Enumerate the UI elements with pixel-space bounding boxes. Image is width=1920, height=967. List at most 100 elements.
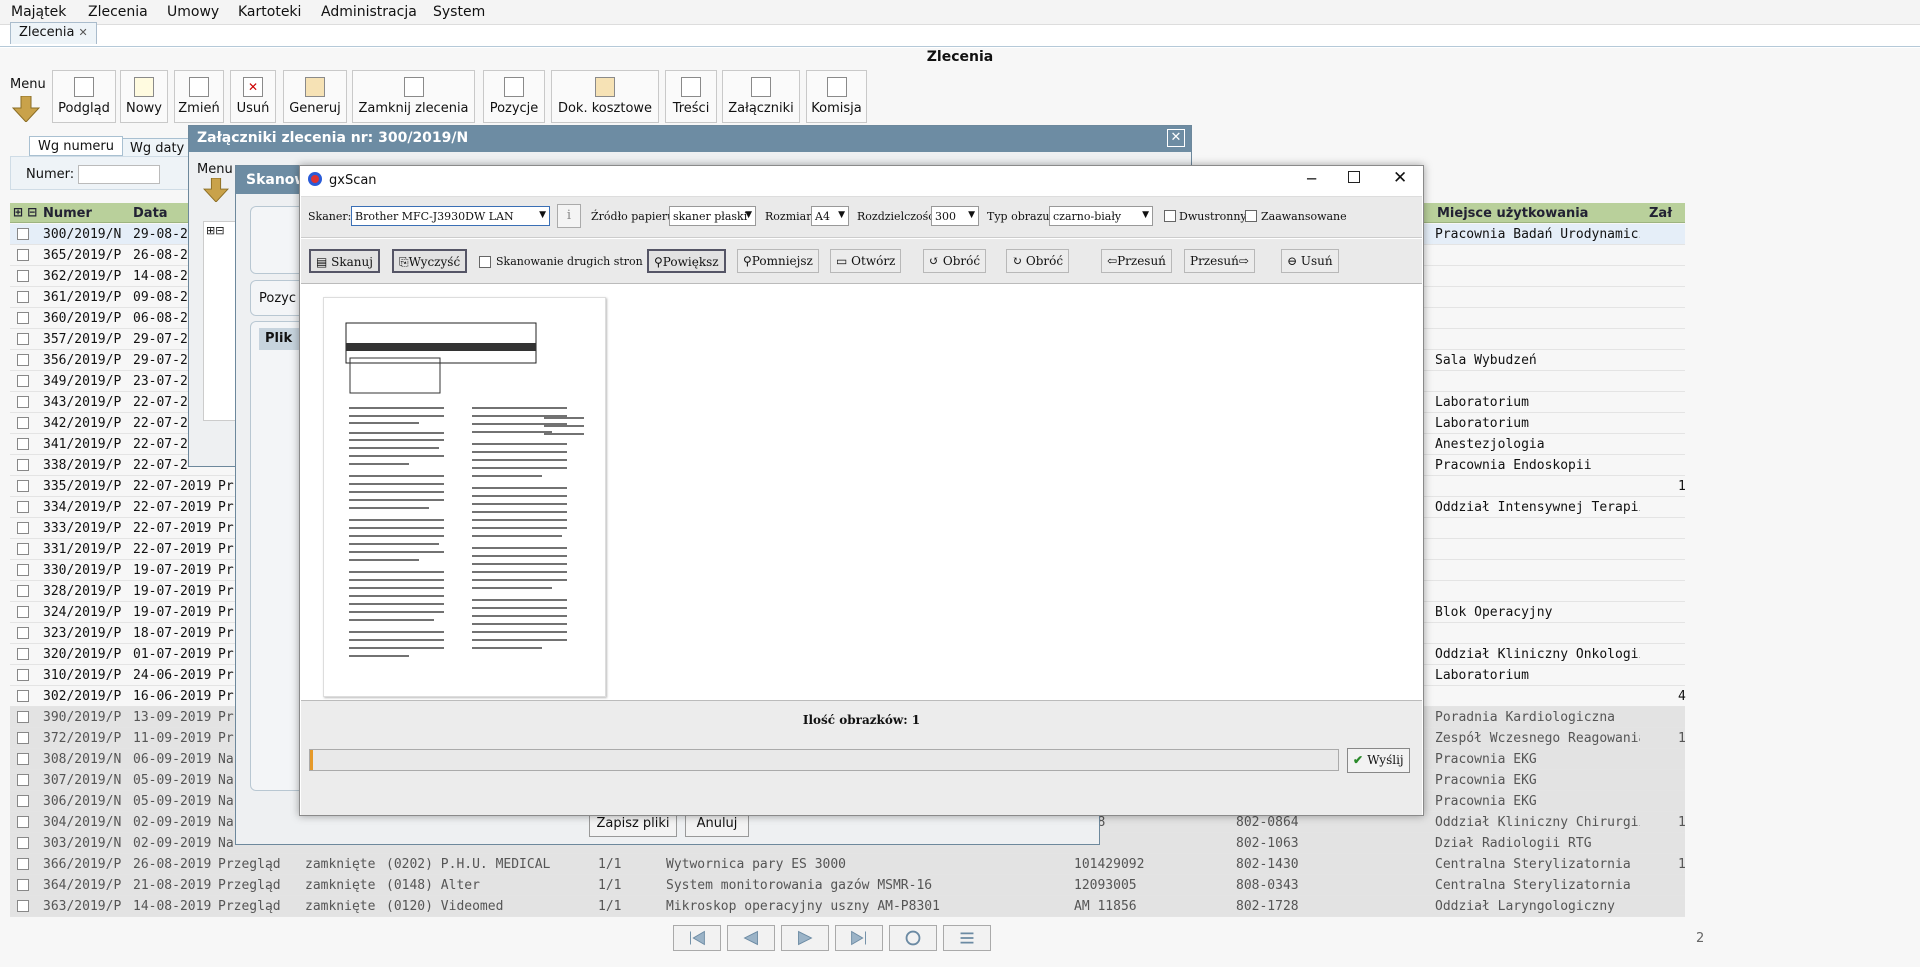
row-checkbox[interactable] bbox=[17, 228, 29, 240]
row-checkbox[interactable] bbox=[17, 522, 29, 534]
resolution-select[interactable]: 300 ▼ bbox=[931, 206, 979, 226]
row-checkbox[interactable] bbox=[17, 354, 29, 366]
row-checkbox[interactable] bbox=[17, 816, 29, 828]
number-input[interactable] bbox=[78, 165, 160, 184]
close-orders-button[interactable]: Zamknij zlecenia bbox=[352, 70, 475, 123]
size-select[interactable]: A4 ▼ bbox=[811, 206, 849, 226]
row-checkbox[interactable] bbox=[17, 480, 29, 492]
cell-miejsce: Oddział Laryngologiczny bbox=[1435, 899, 1616, 914]
row-checkbox[interactable] bbox=[17, 690, 29, 702]
refresh-button[interactable] bbox=[889, 925, 937, 951]
maximize-icon[interactable] bbox=[1348, 171, 1360, 183]
second-side-checkbox[interactable] bbox=[479, 256, 491, 268]
move-left-button[interactable]: ⇦Przesuń bbox=[1101, 249, 1172, 273]
menu-zlecenia[interactable]: Zlecenia bbox=[88, 4, 148, 20]
scanned-page-thumbnail[interactable] bbox=[323, 297, 606, 697]
menu-kartoteki[interactable]: Kartoteki bbox=[238, 4, 301, 20]
table-row[interactable]: 363/2019/P 14-08-2019 Przegląd zamknięte (01… bbox=[10, 896, 1685, 917]
row-checkbox[interactable] bbox=[17, 627, 29, 639]
row-checkbox[interactable] bbox=[17, 333, 29, 345]
row-checkbox[interactable] bbox=[17, 375, 29, 387]
row-checkbox[interactable] bbox=[17, 396, 29, 408]
next-page-button[interactable] bbox=[781, 925, 829, 951]
row-checkbox[interactable] bbox=[17, 795, 29, 807]
row-checkbox[interactable] bbox=[17, 291, 29, 303]
rotate-right-button[interactable]: ↻ Obróć bbox=[1006, 249, 1070, 273]
open-button[interactable]: ▭ Otwórz bbox=[830, 249, 902, 273]
tab-by-number[interactable]: Wg numeru bbox=[29, 136, 123, 156]
row-checkbox[interactable] bbox=[17, 459, 29, 471]
col-data[interactable]: Data bbox=[133, 206, 168, 221]
scan-button[interactable]: ▤ Skanuj bbox=[309, 249, 380, 273]
source-select[interactable]: skaner płaski ▼ bbox=[669, 206, 756, 226]
close-tab-icon[interactable]: ✕ bbox=[78, 26, 87, 39]
col-numer[interactable]: Numer bbox=[43, 206, 92, 221]
row-checkbox[interactable] bbox=[17, 774, 29, 786]
contents-button[interactable]: Treści bbox=[665, 70, 717, 123]
generate-button[interactable]: Generuj bbox=[283, 70, 347, 123]
menu-majatek[interactable]: Majątek bbox=[11, 4, 66, 20]
row-checkbox[interactable] bbox=[17, 564, 29, 576]
rotate-left-button[interactable]: ↺ Obróć bbox=[923, 249, 987, 273]
row-checkbox[interactable] bbox=[17, 606, 29, 618]
tab-zlecenia[interactable]: Zlecenia ✕ bbox=[10, 22, 97, 44]
delete-image-button[interactable]: ⊖ Usuń bbox=[1281, 249, 1339, 273]
row-checkbox[interactable] bbox=[17, 858, 29, 870]
image-type-select[interactable]: czarno-biały ▼ bbox=[1049, 206, 1153, 226]
row-checkbox[interactable] bbox=[17, 648, 29, 660]
cost-docs-button[interactable]: Dok. kosztowe bbox=[551, 70, 659, 123]
row-checkbox[interactable] bbox=[17, 270, 29, 282]
menu-arrow-icon[interactable] bbox=[203, 178, 229, 202]
menu-arrow-icon[interactable] bbox=[12, 96, 40, 122]
prev-page-button[interactable] bbox=[727, 925, 775, 951]
minimize-icon[interactable]: ─ bbox=[1307, 170, 1316, 188]
edit-button[interactable]: Zmień bbox=[174, 70, 224, 123]
row-checkbox[interactable] bbox=[17, 900, 29, 912]
row-checkbox[interactable] bbox=[17, 879, 29, 891]
row-checkbox[interactable] bbox=[17, 711, 29, 723]
preview-button[interactable]: Podgląd bbox=[52, 70, 116, 123]
last-page-button[interactable] bbox=[835, 925, 883, 951]
gxscan-titlebar[interactable]: gxScan ─ ✕ bbox=[300, 166, 1423, 196]
row-checkbox[interactable] bbox=[17, 753, 29, 765]
menu-system[interactable]: System bbox=[433, 4, 485, 20]
new-button[interactable]: Nowy bbox=[120, 70, 168, 123]
advanced-checkbox[interactable] bbox=[1245, 210, 1257, 222]
list-menu-button[interactable] bbox=[943, 925, 991, 951]
row-checkbox[interactable] bbox=[17, 837, 29, 849]
send-button[interactable]: ✔ Wyślij bbox=[1347, 748, 1410, 773]
row-checkbox[interactable] bbox=[17, 249, 29, 261]
attachments-button[interactable]: Załączniki bbox=[722, 70, 800, 123]
row-checkbox[interactable] bbox=[17, 312, 29, 324]
expand-collapse-icon[interactable]: ⊞⊟ bbox=[206, 224, 224, 237]
row-checkbox[interactable] bbox=[17, 585, 29, 597]
row-checkbox[interactable] bbox=[17, 669, 29, 681]
col-zal[interactable]: Zał bbox=[1649, 206, 1672, 221]
zoom-out-button[interactable]: ⚲Pomniejsz bbox=[737, 249, 819, 273]
move-right-button[interactable]: Przesuń⇨ bbox=[1184, 249, 1255, 273]
commission-button[interactable]: Komisja bbox=[806, 70, 867, 123]
scanner-select[interactable]: Brother MFC-J3930DW LAN ▼ bbox=[351, 206, 550, 226]
table-row[interactable]: 366/2019/P 26-08-2019 Przegląd zamknięte (02… bbox=[10, 854, 1686, 875]
tab-by-date[interactable]: Wg daty bbox=[121, 138, 194, 158]
expand-collapse-icon[interactable]: ⊞ ⊟ bbox=[13, 205, 37, 219]
close-icon[interactable]: ✕ bbox=[1167, 129, 1185, 147]
duplex-checkbox[interactable] bbox=[1164, 210, 1176, 222]
row-checkbox[interactable] bbox=[17, 501, 29, 513]
row-checkbox[interactable] bbox=[17, 417, 29, 429]
row-checkbox[interactable] bbox=[17, 732, 29, 744]
delete-button[interactable]: ✕ Usuń bbox=[230, 70, 276, 123]
row-checkbox[interactable] bbox=[17, 543, 29, 555]
table-row[interactable]: 364/2019/P 21-08-2019 Przegląd zamknięte (01… bbox=[10, 875, 1685, 896]
info-icon[interactable]: i bbox=[557, 204, 581, 228]
col-miejsce[interactable]: Miejsce użytkowania bbox=[1437, 206, 1588, 221]
close-icon[interactable]: ✕ bbox=[1393, 168, 1407, 188]
menu-administracja[interactable]: Administracja bbox=[321, 4, 417, 20]
row-checkbox[interactable] bbox=[17, 438, 29, 450]
menu-umowy[interactable]: Umowy bbox=[167, 4, 219, 20]
zoom-in-button[interactable]: ⚲Powiększ bbox=[647, 249, 726, 273]
first-page-button[interactable] bbox=[673, 925, 721, 951]
positions-button[interactable]: Pozycje bbox=[483, 70, 545, 123]
clear-button[interactable]: ⎘Wyczyść bbox=[392, 249, 468, 273]
attachments-dialog-titlebar[interactable]: Załączniki zlecenia nr: 300/2019/N bbox=[189, 126, 1191, 152]
